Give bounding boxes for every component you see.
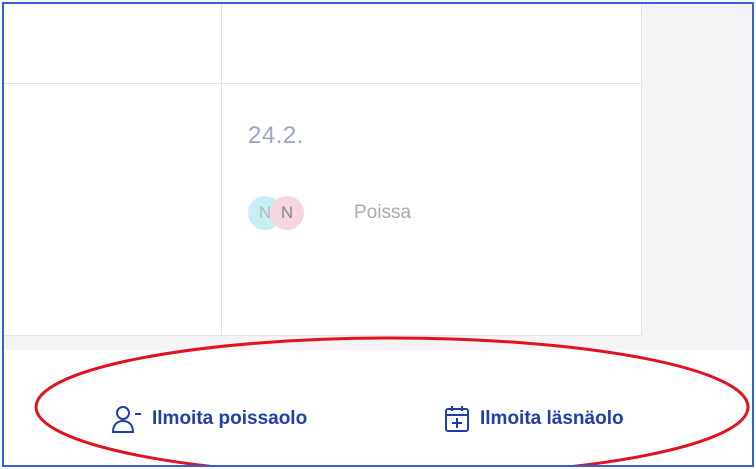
report-presence-label: Ilmoita läsnäolo: [480, 408, 624, 429]
screenshot-frame: 24.2. N N Poissa Ilmoita poissaolo Ilmoi…: [2, 2, 754, 467]
report-absence-label: Ilmoita poissaolo: [152, 408, 308, 429]
attendance-status: Poissa: [354, 202, 412, 223]
calendar-cell: [222, 4, 642, 84]
report-absence-button[interactable]: Ilmoita poissaolo: [112, 405, 307, 433]
calendar-day-cell[interactable]: 24.2. N N Poissa: [222, 84, 642, 336]
day-date-label: 24.2.: [248, 122, 304, 149]
report-presence-button[interactable]: Ilmoita läsnäolo: [444, 405, 624, 433]
attendance-entry[interactable]: N N Poissa: [248, 196, 411, 230]
calendar-empty-column: [642, 4, 752, 350]
avatar: N: [270, 196, 304, 230]
calendar-grid: 24.2. N N Poissa: [4, 4, 752, 350]
action-bar: Ilmoita poissaolo Ilmoita läsnäolo: [4, 350, 752, 465]
person-minus-icon: [112, 406, 141, 433]
calendar-cell: [4, 84, 222, 336]
avatar-group: N N: [248, 196, 312, 230]
calendar-plus-icon: [445, 406, 469, 432]
calendar-cell: [4, 4, 222, 84]
